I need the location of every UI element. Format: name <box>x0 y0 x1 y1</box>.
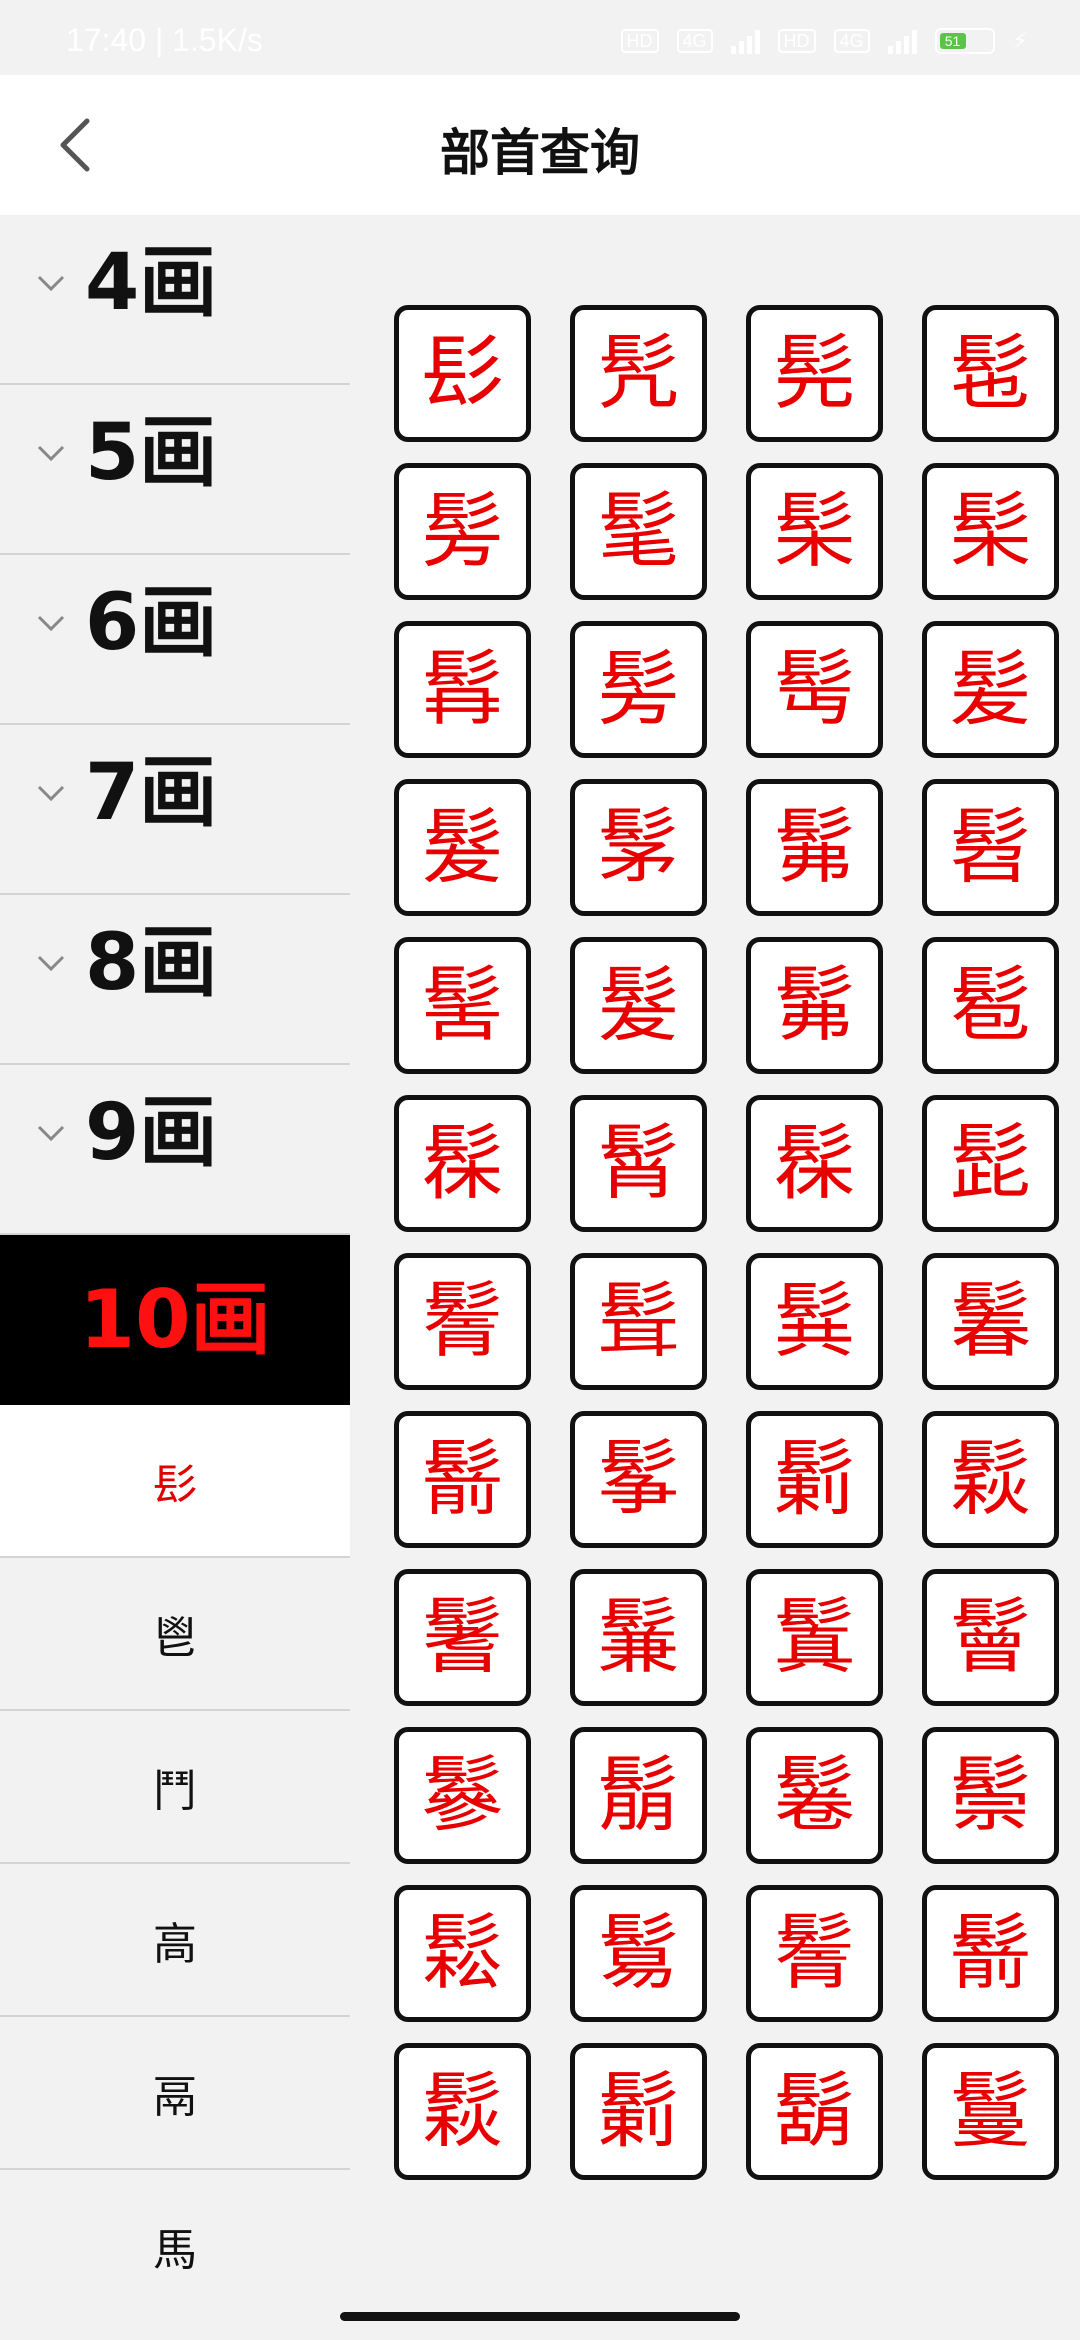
stroke-group-label: 10画 <box>79 1273 271 1366</box>
network-type-icon: 4G <box>676 29 713 53</box>
character-cell[interactable]: 鬘 <box>922 2043 1059 2180</box>
character-cell[interactable]: 髣 <box>394 463 531 600</box>
character-cell[interactable]: 鬍 <box>746 2043 883 2180</box>
hd-icon-2: HD <box>777 29 816 53</box>
status-time: 17:40 | 1.5K/s <box>66 22 263 58</box>
character-cell[interactable]: 髺 <box>394 937 531 1074</box>
character-cell[interactable]: 髠 <box>570 305 707 442</box>
character-cell[interactable]: 鬋 <box>922 1885 1059 2022</box>
character-cell[interactable]: 鬇 <box>570 1411 707 1548</box>
character-cell[interactable]: 鬅 <box>570 1727 707 1864</box>
character-cell[interactable]: 鬒 <box>746 1569 883 1706</box>
character-cell[interactable]: 髤 <box>922 463 1059 600</box>
character-cell[interactable]: 髴 <box>746 937 883 1074</box>
status-icons: HD 4G HD 4G 51 ⚡ <box>620 26 1028 56</box>
network-type-icon-2: 4G <box>833 29 870 53</box>
stroke-group-6[interactable]: 6画 <box>0 555 350 725</box>
character-cell[interactable]: 鬎 <box>570 2043 707 2180</box>
character-cell[interactable]: 鬌 <box>394 1253 531 1390</box>
character-cell[interactable]: 髫 <box>922 779 1059 916</box>
character-cell[interactable]: 鬄 <box>570 1885 707 2022</box>
character-cell[interactable]: 鬈 <box>746 1727 883 1864</box>
character-cell[interactable]: 髣 <box>570 621 707 758</box>
character-cell[interactable]: 髾 <box>570 1095 707 1232</box>
home-indicator[interactable] <box>340 2312 740 2321</box>
character-cell[interactable]: 髮 <box>394 779 531 916</box>
character-cell[interactable]: 髭 <box>922 1095 1059 1232</box>
character-cell[interactable]: 髦 <box>570 463 707 600</box>
character-cell[interactable]: 鬖 <box>394 1727 531 1864</box>
character-cell[interactable]: 髪 <box>922 621 1059 758</box>
stroke-group-label: 8画 <box>85 918 218 1008</box>
character-cell[interactable]: 髳 <box>570 779 707 916</box>
stroke-group-8[interactable]: 8画 <box>0 895 350 1065</box>
page-title: 部首查询 <box>440 124 640 182</box>
character-cell[interactable]: 鬏 <box>394 2043 531 2180</box>
chevron-down-icon <box>37 615 65 632</box>
sidebar: 4画 5画 6画 7画 8画 9画 10画 髟 鬯 鬥 高 鬲 馬 <box>0 215 350 2300</box>
radical-item[interactable]: 鬥 <box>0 1711 350 1864</box>
character-cell[interactable]: 髥 <box>394 621 531 758</box>
chevron-down-icon <box>37 275 65 292</box>
radical-item[interactable]: 鬲 <box>0 2017 350 2170</box>
chevron-down-icon <box>37 785 65 802</box>
app-header: 部首查询 <box>0 75 1080 215</box>
radical-item[interactable]: 髟 <box>0 1405 350 1558</box>
chevron-down-icon <box>37 1125 65 1142</box>
character-cell[interactable]: 髟 <box>394 305 531 442</box>
character-cell[interactable]: 鬑 <box>570 1569 707 1706</box>
character-cell[interactable]: 鬆 <box>394 1885 531 2022</box>
character-cell[interactable]: 髱 <box>922 937 1059 1074</box>
character-cell[interactable]: 髡 <box>746 305 883 442</box>
charging-icon: ⚡ <box>1012 28 1028 54</box>
stroke-group-label: 6画 <box>85 578 218 668</box>
status-bar: 17:40 | 1.5K/s HD 4G HD 4G 51 ⚡ <box>0 0 1080 75</box>
character-cell[interactable]: 髤 <box>746 463 883 600</box>
radical-item[interactable]: 馬 <box>0 2170 350 2300</box>
character-cell[interactable]: 鬙 <box>922 1569 1059 1706</box>
character-cell[interactable]: 髹 <box>394 1095 531 1232</box>
battery-level: 51 <box>939 33 966 49</box>
stroke-group-label: 7画 <box>85 748 218 838</box>
stroke-group-7[interactable]: 7画 <box>0 725 350 895</box>
character-cell[interactable]: 髩 <box>746 621 883 758</box>
character-cell[interactable]: 鬌 <box>746 1885 883 2022</box>
character-cell[interactable]: 鬊 <box>922 1253 1059 1390</box>
character-cell[interactable]: 髴 <box>746 779 883 916</box>
character-cell[interactable]: 鬃 <box>922 1727 1059 1864</box>
hd-icon: HD <box>620 29 659 53</box>
character-cell[interactable]: 髢 <box>922 305 1059 442</box>
character-cell[interactable]: 鬐 <box>394 1569 531 1706</box>
character-cell[interactable]: 鬎 <box>746 1411 883 1548</box>
stroke-group-10[interactable]: 10画 <box>0 1235 350 1405</box>
stroke-group-label: 4画 <box>85 238 218 328</box>
stroke-group-label: 9画 <box>85 1088 218 1178</box>
character-grid: 髟 髠 髡 髢 髣 髦 髤 髤 髥 髣 髩 髪 髮 髳 髴 髫 髺 髮 髴 髱 … <box>394 305 1062 2180</box>
character-cell[interactable]: 鬋 <box>394 1411 531 1548</box>
signal-icon-2 <box>887 28 917 54</box>
stroke-group-label: 5画 <box>85 408 218 498</box>
character-cell[interactable]: 鬏 <box>922 1411 1059 1548</box>
stroke-group-4[interactable]: 4画 <box>0 215 350 385</box>
stroke-group-5[interactable]: 5画 <box>0 385 350 555</box>
stroke-group-9[interactable]: 9画 <box>0 1065 350 1235</box>
radical-item[interactable]: 鬯 <box>0 1558 350 1711</box>
battery-icon: 51 <box>934 28 995 54</box>
chevron-down-icon <box>37 445 65 462</box>
character-cell[interactable]: 髸 <box>746 1253 883 1390</box>
character-cell[interactable]: 髶 <box>570 1253 707 1390</box>
signal-icon <box>730 28 760 54</box>
character-cell[interactable]: 髮 <box>570 937 707 1074</box>
chevron-down-icon <box>37 955 65 972</box>
character-cell[interactable]: 髹 <box>746 1095 883 1232</box>
radical-item[interactable]: 高 <box>0 1864 350 2017</box>
